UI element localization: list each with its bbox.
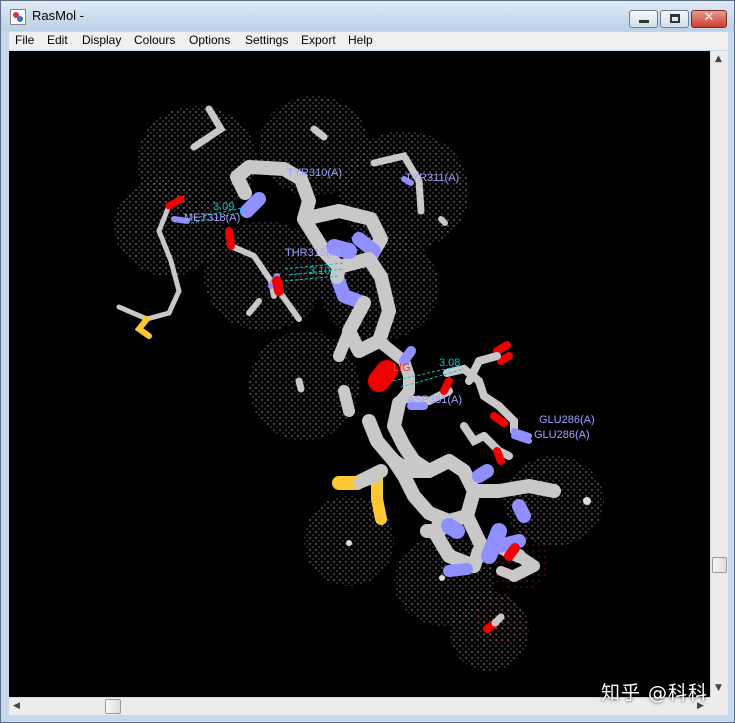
minimize-icon <box>639 20 649 23</box>
menu-settings[interactable]: Settings <box>245 33 288 47</box>
menu-bar: File Edit Display Colours Options Settin… <box>9 32 728 50</box>
label-dist-thr: 3.10 <box>309 265 330 277</box>
window-title: RasMol - <box>32 8 85 23</box>
label-dist-met: 3.09 <box>213 201 234 213</box>
close-icon: ✕ <box>703 10 715 25</box>
rasmol-app-icon[interactable] <box>10 9 26 25</box>
label-asp: ASP381(A) <box>407 394 462 406</box>
minimize-button[interactable] <box>629 10 658 28</box>
menu-colours[interactable]: Colours <box>134 33 175 47</box>
label-tyr-b: TYR311(A) <box>405 172 459 184</box>
maximize-icon <box>670 14 680 23</box>
menu-edit[interactable]: Edit <box>47 33 68 47</box>
menu-help[interactable]: Help <box>348 33 373 47</box>
scroll-down-arrow-icon[interactable]: ▼ <box>715 683 722 693</box>
rasmol-window: RasMol - ✕ File Edit Display Colours Opt… <box>0 0 735 723</box>
label-met: MET318(A) <box>184 212 240 224</box>
label-thr: THR315(A) <box>285 247 341 259</box>
title-bar[interactable]: RasMol - ✕ <box>1 1 734 31</box>
label-glu-2: GLU286(A) <box>534 429 590 441</box>
molecule-viewport[interactable]: TYR310(A) TYR311(A) MET318(A) 3.09 THR31… <box>9 51 710 697</box>
scroll-left-arrow-icon[interactable]: ◀ <box>13 701 20 711</box>
menu-options[interactable]: Options <box>189 33 230 47</box>
label-glu-1: GLU286(A) <box>539 414 595 426</box>
molecule-render: TYR310(A) TYR311(A) MET318(A) 3.09 THR31… <box>114 96 604 671</box>
label-tyr: TYR310(A) <box>287 167 342 179</box>
watermark: 知乎 @科科 <box>601 682 709 704</box>
dot-surface <box>114 96 604 671</box>
close-button[interactable]: ✕ <box>691 10 727 28</box>
menu-export[interactable]: Export <box>301 33 336 47</box>
horizontal-scroll-thumb[interactable] <box>105 699 121 714</box>
scroll-up-arrow-icon[interactable]: ▲ <box>715 54 722 64</box>
maximize-button[interactable] <box>660 10 689 28</box>
scrollbar-corner <box>710 697 728 715</box>
vertical-scroll-thumb[interactable] <box>712 557 727 573</box>
vertical-scrollbar[interactable]: ▲ ▼ <box>710 51 728 697</box>
menu-file[interactable]: File <box>15 33 34 47</box>
menu-display[interactable]: Display <box>82 33 121 47</box>
label-ligand: LIG <box>393 362 411 374</box>
label-dist-asp: 3.08 <box>439 357 460 369</box>
